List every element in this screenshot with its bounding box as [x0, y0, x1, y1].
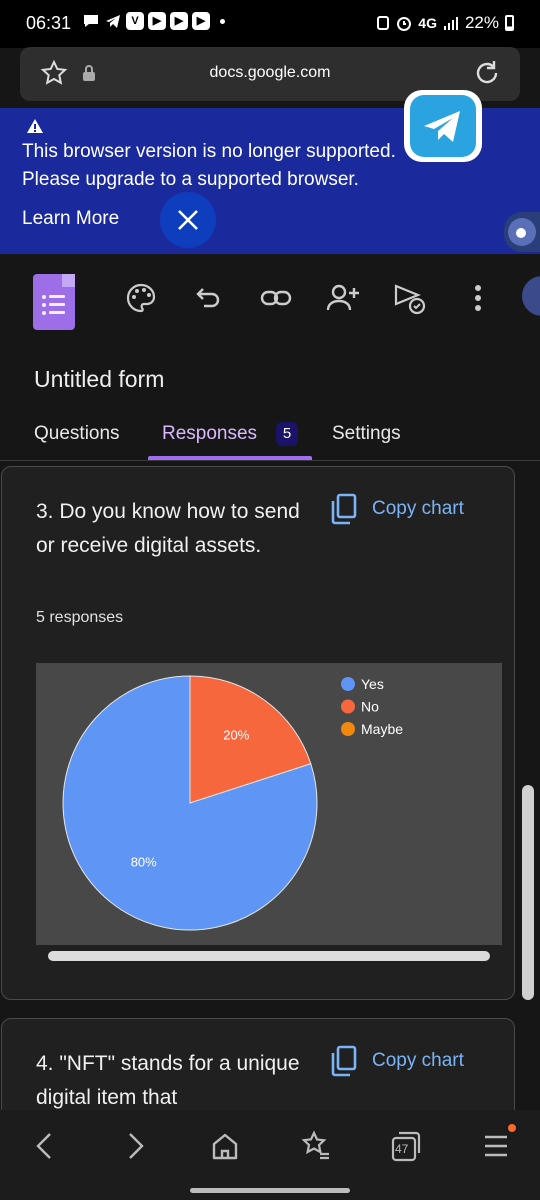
youtube-icon: ▶ — [192, 12, 210, 30]
pie-label-yes: 80% — [131, 855, 157, 870]
menu-icon[interactable] — [482, 1132, 510, 1160]
battery-icon — [505, 15, 514, 31]
forms-toolbar — [0, 254, 540, 344]
battery-percent: 22% — [464, 13, 499, 32]
tab-questions[interactable]: Questions — [34, 423, 120, 445]
account-avatar[interactable] — [522, 276, 540, 316]
banner-message: This browser version is no longer suppor… — [22, 141, 396, 190]
network-type: 4G — [418, 15, 437, 31]
logo-dot — [42, 295, 46, 299]
legend-swatch-yes — [341, 677, 355, 691]
telegram-icon — [410, 95, 476, 157]
undo-icon[interactable] — [193, 282, 225, 314]
add-collaborator-icon[interactable] — [326, 282, 360, 314]
pie-chart-svg: 20% 80% Yes No Maybe — [62, 675, 403, 931]
close-banner-button[interactable] — [160, 192, 216, 248]
tab-settings[interactable]: Settings — [332, 423, 401, 445]
copy-icon — [331, 493, 357, 525]
logo-dot — [42, 303, 46, 307]
pie-label-no: 20% — [223, 727, 249, 742]
logo-line — [49, 303, 65, 306]
home-icon[interactable] — [210, 1130, 240, 1162]
copy-chart-button[interactable]: Copy chart — [330, 1045, 464, 1077]
logo-line — [49, 295, 65, 298]
tabs-button[interactable]: 47 — [391, 1130, 421, 1167]
legend-label-maybe: Maybe — [361, 721, 403, 737]
logo-line — [49, 311, 65, 314]
floating-assistant-bubble[interactable] — [504, 212, 540, 252]
send-icon[interactable] — [393, 282, 427, 316]
forward-icon[interactable] — [124, 1130, 148, 1162]
copy-icon — [331, 1045, 357, 1077]
assistant-dot — [516, 228, 526, 238]
system-indicators: 4G 22% — [376, 13, 514, 33]
copy-chart-label: Copy chart — [372, 1050, 464, 1071]
pie-chart: 20% 80% Yes No Maybe — [36, 663, 502, 945]
status-time: 06:31 — [26, 13, 72, 33]
logo-dot — [42, 311, 46, 315]
youtube-icon: ▶ — [170, 12, 188, 30]
copy-chart-label: Copy chart — [372, 498, 464, 519]
alarm-icon — [397, 17, 412, 31]
palette-icon[interactable] — [125, 282, 157, 314]
responses-count-badge: 5 — [276, 422, 298, 446]
status-bar: 06:31 V ▶ ▶ ▶ 4G 22% — [0, 0, 540, 48]
back-icon[interactable] — [32, 1130, 56, 1162]
youtube-icon: ▶ — [148, 12, 166, 30]
form-tabs: Questions Responses 5 Settings — [0, 410, 540, 461]
page-scrollbar[interactable] — [522, 785, 534, 1000]
more-options-icon[interactable] — [470, 282, 486, 314]
tabs-count: 47 — [395, 1142, 409, 1156]
signal-icon — [443, 17, 458, 30]
legend-swatch-no — [341, 699, 355, 714]
recycle-icon — [377, 16, 390, 30]
more-notifications-dot — [220, 18, 225, 24]
warning-icon — [27, 119, 43, 133]
v-app-icon: V — [126, 12, 144, 30]
legend-swatch-maybe — [341, 722, 355, 736]
reload-icon[interactable] — [472, 58, 502, 88]
logo-fold — [62, 274, 75, 287]
active-tab-indicator — [148, 456, 312, 460]
close-icon — [178, 210, 198, 230]
telegram-status-icon — [106, 15, 120, 28]
link-icon[interactable] — [259, 282, 293, 314]
copy-chart-button[interactable]: Copy chart — [330, 493, 464, 525]
menu-notification-dot — [508, 1124, 516, 1132]
learn-more-link[interactable]: Learn More — [22, 208, 119, 230]
question-summary-card: 3. Do you know how to send or receive di… — [1, 466, 515, 1000]
legend-label-no: No — [361, 699, 379, 715]
gesture-home-bar[interactable] — [190, 1188, 350, 1193]
notification-icons: V ▶ ▶ ▶ — [82, 12, 225, 30]
browser-bottom-nav: 47 — [0, 1110, 540, 1200]
form-title[interactable]: Untitled form — [34, 366, 164, 393]
telegram-floating-bubble[interactable] — [404, 90, 482, 162]
question-title: 3. Do you know how to send or receive di… — [36, 500, 300, 557]
response-count: 5 responses — [36, 609, 124, 626]
bookmarks-icon[interactable] — [300, 1130, 332, 1162]
message-icon — [84, 15, 98, 27]
url-text[interactable]: docs.google.com — [20, 64, 520, 82]
legend-label-yes: Yes — [361, 676, 384, 692]
google-forms-logo[interactable] — [33, 274, 75, 330]
question-title: 4. "NFT" stands for a unique digital ite… — [36, 1052, 300, 1109]
tab-responses[interactable]: Responses — [162, 423, 257, 445]
chart-horizontal-scrollbar[interactable] — [48, 951, 490, 961]
